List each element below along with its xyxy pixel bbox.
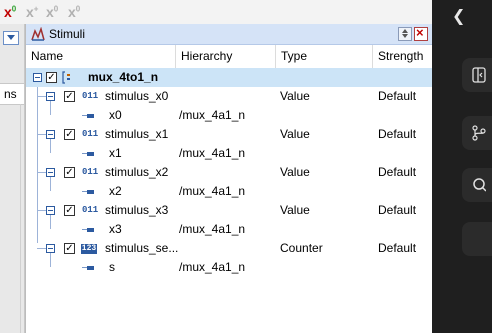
stimulus-row[interactable]: ✓ 011 stimulus_x3 Value Default <box>26 201 432 220</box>
search-button[interactable] <box>462 168 492 202</box>
column-header-name[interactable]: Name <box>26 45 176 68</box>
panel-toggle-button[interactable] <box>462 58 492 92</box>
signal-hierarchy: /mux_4a1_n <box>179 184 246 198</box>
extra-button[interactable] <box>462 222 492 256</box>
stimulus-type: Value <box>280 127 310 141</box>
toolbar: x0 x+ x0 x0 <box>0 0 432 24</box>
stimulus-strength: Default <box>378 127 417 141</box>
root-checkbox[interactable]: ✓ <box>46 72 57 83</box>
value-icon: 011 <box>82 129 99 139</box>
stimulus-checkbox[interactable]: ✓ <box>64 167 75 178</box>
stimulus-checkbox[interactable]: ✓ <box>64 91 75 102</box>
close-icon: × <box>416 25 424 40</box>
search-icon <box>473 178 486 192</box>
stimulus-type: Value <box>280 89 310 103</box>
force-value-icon[interactable]: x0 <box>4 4 16 20</box>
signal-row[interactable]: x2 /mux_4a1_n <box>26 182 432 201</box>
stimulus-row[interactable]: ✓ 011 stimulus_x2 Value Default <box>26 163 432 182</box>
value-icon: 011 <box>82 91 99 101</box>
column-headers: Name Hierarchy Type Strength <box>26 45 432 69</box>
signal-hierarchy: /mux_4a1_n <box>179 260 246 274</box>
stimulus-strength: Default <box>378 89 417 103</box>
signal-icon <box>82 114 94 118</box>
signal-name: x3 <box>109 222 122 236</box>
signal-row[interactable]: s /mux_4a1_n <box>26 258 432 277</box>
stimuli-title-bar: Stimuli × <box>26 24 432 45</box>
back-arrow-icon[interactable]: ❮ <box>452 6 465 26</box>
signal-icon <box>82 152 94 156</box>
signal-name: s <box>109 260 115 274</box>
signal-name: x2 <box>109 184 122 198</box>
collapse-icon[interactable] <box>33 73 42 82</box>
time-unit-cell: ns <box>0 83 24 105</box>
stimulus-name: stimulus_x0 <box>105 89 169 103</box>
source-control-icon <box>472 125 486 141</box>
stimulus-type: Counter <box>280 241 323 255</box>
module-icon <box>62 71 70 84</box>
counter-icon: 123 <box>81 244 97 254</box>
stimulus-type: Value <box>280 203 310 217</box>
collapse-icon[interactable] <box>46 206 55 215</box>
column-header-strength[interactable]: Strength <box>373 45 432 68</box>
dropdown-button[interactable] <box>3 31 19 45</box>
root-name: mux_4to1_n <box>88 70 159 84</box>
panel-title: Stimuli <box>49 27 86 41</box>
stimulus-strength: Default <box>378 241 417 255</box>
signal-row[interactable]: x0 /mux_4a1_n <box>26 106 432 125</box>
left-pane: ns <box>0 24 25 333</box>
force-clock-icon[interactable]: x0 <box>46 4 58 20</box>
stimulus-name: stimulus_x3 <box>105 203 169 217</box>
stimulus-checkbox[interactable]: ✓ <box>64 205 75 216</box>
collapse-icon[interactable] <box>46 92 55 101</box>
stimuli-panel: Stimuli × Name Hierarchy Type Strength ✓… <box>25 24 432 333</box>
signal-name: x1 <box>109 146 122 160</box>
signal-hierarchy: /mux_4a1_n <box>179 146 246 160</box>
tree-root-row[interactable]: ✓ mux_4to1_n <box>26 68 432 87</box>
stimulus-row[interactable]: ✓ 011 stimulus_x0 Value Default <box>26 87 432 106</box>
time-unit-label: ns <box>4 87 17 101</box>
force-clear-icon[interactable]: x0 <box>68 4 80 20</box>
signal-hierarchy: /mux_4a1_n <box>179 222 246 236</box>
divider <box>20 104 21 333</box>
stimulus-checkbox[interactable]: ✓ <box>64 129 75 140</box>
source-control-button[interactable] <box>462 116 492 150</box>
collapse-icon[interactable] <box>46 130 55 139</box>
signal-icon <box>82 266 94 270</box>
collapse-icon[interactable] <box>46 244 55 253</box>
side-activity-bar: ❮ <box>432 0 492 333</box>
panel-toggle-icon <box>472 67 486 83</box>
restore-button[interactable] <box>398 27 412 41</box>
stimulus-checkbox[interactable]: ✓ <box>64 243 75 254</box>
stimulus-row[interactable]: ✓ 011 stimulus_x1 Value Default <box>26 125 432 144</box>
column-header-type[interactable]: Type <box>276 45 373 68</box>
stimulus-name: stimulus_x1 <box>105 127 169 141</box>
stimulus-name: stimulus_x2 <box>105 165 169 179</box>
value-icon: 011 <box>82 167 99 177</box>
collapse-icon[interactable] <box>46 168 55 177</box>
signal-hierarchy: /mux_4a1_n <box>179 108 246 122</box>
stimulus-type: Value <box>280 165 310 179</box>
stimuli-icon <box>31 27 45 41</box>
signal-row[interactable]: x1 /mux_4a1_n <box>26 144 432 163</box>
signal-name: x0 <box>109 108 122 122</box>
stimulus-name: stimulus_se... <box>105 241 179 255</box>
stimulus-row[interactable]: ✓ 123 stimulus_se... Counter Default <box>26 239 432 258</box>
signal-icon <box>82 190 94 194</box>
signal-icon <box>82 228 94 232</box>
signal-row[interactable]: x3 /mux_4a1_n <box>26 220 432 239</box>
column-header-hierarchy[interactable]: Hierarchy <box>176 45 276 68</box>
force-plus-icon[interactable]: x+ <box>26 4 38 20</box>
value-icon: 011 <box>82 205 99 215</box>
stimulus-strength: Default <box>378 165 417 179</box>
stimulus-strength: Default <box>378 203 417 217</box>
close-button[interactable]: × <box>414 25 428 41</box>
